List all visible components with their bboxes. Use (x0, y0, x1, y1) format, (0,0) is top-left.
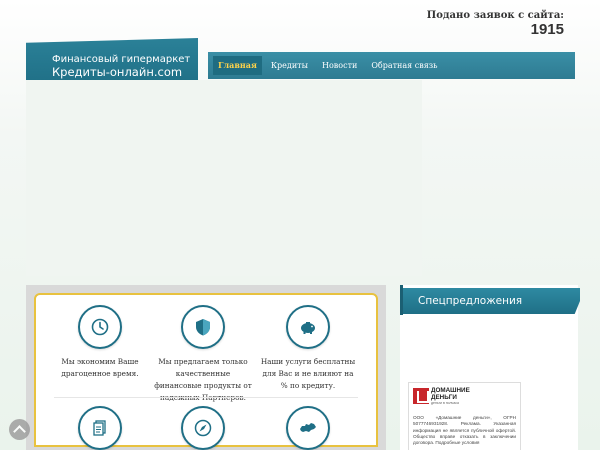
clock-icon (78, 305, 122, 349)
document-icon (78, 406, 122, 450)
counter-value: 1915 (530, 21, 564, 38)
nav-news[interactable]: Новости (317, 56, 362, 75)
feature-save-time: Мы экономим Ваше драгоценное время. (50, 305, 150, 380)
map-russia-icon (286, 406, 330, 450)
site-logo[interactable]: Финансовый гипермаркет Кредиты-онлайн.co… (26, 38, 198, 86)
feature-navigation (153, 406, 253, 450)
ad-brand-sub: деньги в полчаса (431, 401, 459, 405)
compass-icon (181, 406, 225, 450)
logo-line2: Кредиты-онлайн.com (52, 65, 183, 79)
banner-area (26, 80, 422, 276)
applications-counter: Подано заявок с сайта: 1915 (427, 10, 564, 38)
nav-home[interactable]: Главная (213, 56, 262, 75)
nav-feedback[interactable]: Обратная связь (366, 56, 442, 75)
ad-banner-domashnie-dengi[interactable]: ДОМАШНИЕ ДЕНЬГИ деньги в полчаса ООО «До… (408, 382, 521, 450)
ad-brand-line1: ДОМАШНИЕ (431, 387, 470, 394)
brand-logo-icon (413, 388, 429, 404)
piggy-bank-icon (286, 305, 330, 349)
special-offers-header: Спецпредложения (403, 288, 580, 314)
feature-text: Наши услуги бесплатны для Вас и не влияю… (260, 357, 356, 390)
row-divider (54, 397, 358, 398)
ad-logo: ДОМАШНИЕ ДЕНЬГИ деньги в полчаса (413, 387, 516, 405)
sidebar: Спецпредложения ДОМАШНИЕ ДЕНЬГИ деньги в… (400, 285, 580, 450)
feature-documents (50, 406, 150, 450)
counter-label: Подано заявок с сайта: (426, 10, 564, 21)
shield-icon (181, 305, 225, 349)
feature-regions (258, 406, 358, 450)
sidebar-accent-bar (400, 285, 403, 315)
ad-brand-line2: ДЕНЬГИ (431, 394, 457, 401)
scroll-to-top-button[interactable] (9, 419, 30, 440)
main-content: Мы экономим Ваше драгоценное время. Мы п… (26, 285, 386, 450)
nav-credits[interactable]: Кредиты (266, 56, 313, 75)
feature-text: Мы экономим Ваше драгоценное время. (61, 357, 139, 378)
ad-text: ООО «Домашние деньги», ОГРН 507774693192… (413, 415, 516, 446)
feature-free-service: Наши услуги бесплатны для Вас и не влияю… (258, 305, 358, 392)
sidebar-title: Спецпредложения (418, 295, 523, 307)
main-nav: Главная Кредиты Новости Обратная связь (208, 52, 575, 79)
feature-quality-products: Мы предлагаем только качественные финанс… (153, 305, 253, 404)
features-panel: Мы экономим Ваше драгоценное время. Мы п… (34, 293, 378, 450)
